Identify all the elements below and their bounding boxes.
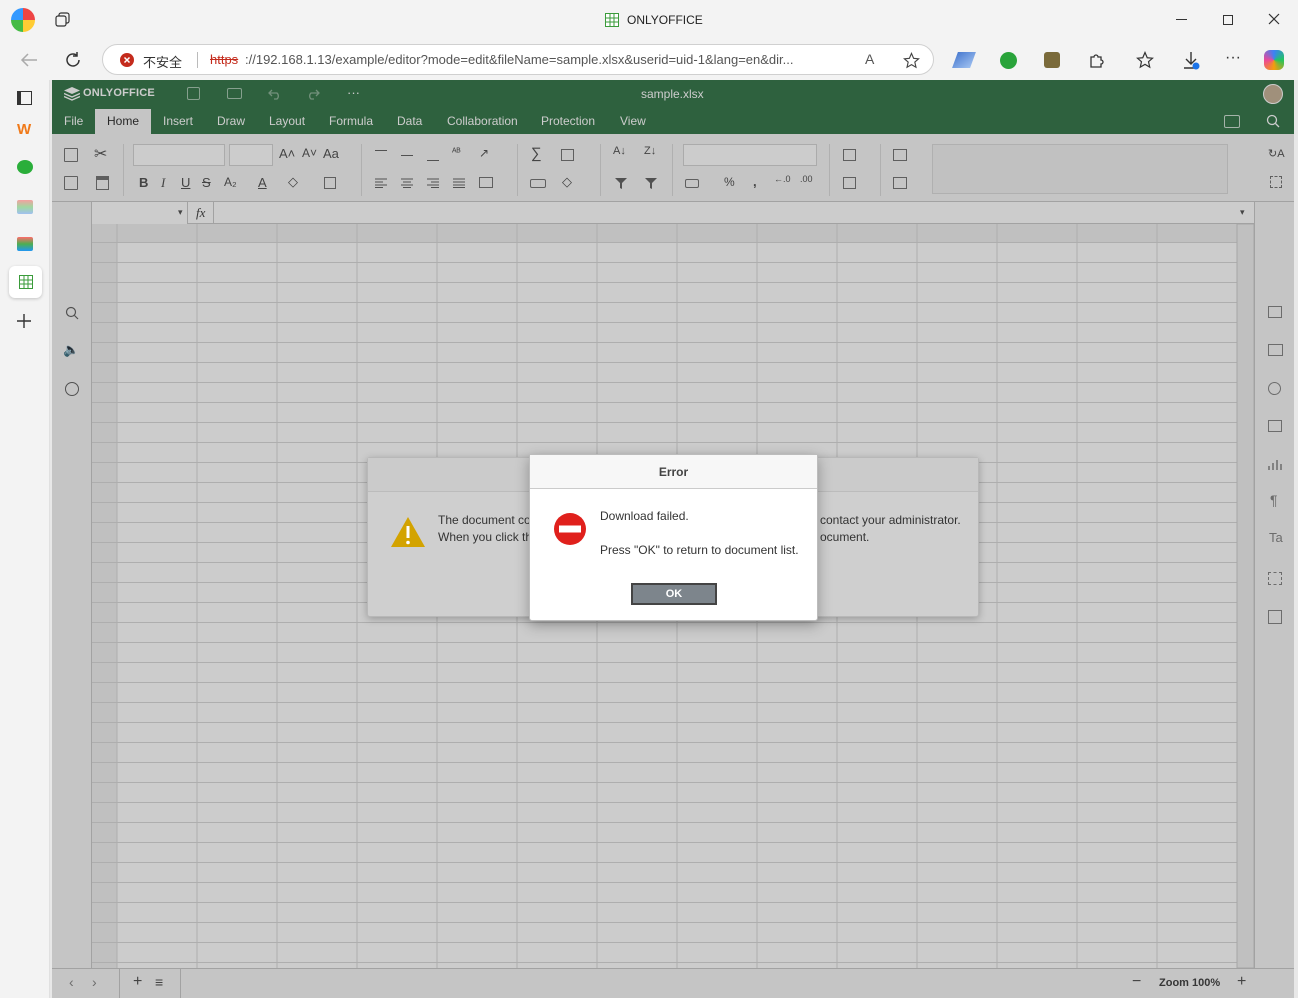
vertical-tabs-icon[interactable]	[17, 91, 32, 105]
warning-text-line1-right: contact your administrator.	[820, 513, 961, 527]
refresh-icon[interactable]	[64, 51, 82, 69]
url-text: ://192.168.1.13/example/editor?mode=edit…	[245, 52, 794, 67]
window-title: ONLYOFFICE	[627, 13, 703, 27]
favorites-icon[interactable]	[1136, 51, 1154, 69]
error-dialog-title: Error	[530, 455, 817, 489]
warning-text-line1-left: The document co	[438, 513, 531, 527]
copilot-icon[interactable]	[1264, 50, 1284, 70]
maximize-icon[interactable]	[1223, 15, 1233, 25]
app-shortcut-w-icon[interactable]: W	[17, 121, 31, 138]
tab-actions-icon[interactable]	[55, 12, 71, 28]
close-icon[interactable]	[1268, 13, 1280, 25]
browser-titlebar: ONLYOFFICE	[0, 0, 1298, 40]
read-aloud-icon[interactable]: A	[865, 51, 874, 67]
insecure-icon	[120, 53, 134, 67]
new-tab-plus-icon[interactable]	[16, 313, 32, 329]
layers-icon[interactable]	[17, 237, 33, 251]
security-label[interactable]: 不安全	[143, 52, 182, 71]
url-scheme: https	[210, 52, 239, 67]
error-message: Download failed.	[600, 509, 689, 523]
extensions-puzzle-icon[interactable]	[1088, 51, 1106, 69]
downloads-icon[interactable]	[1182, 51, 1200, 71]
wechat-icon[interactable]	[17, 160, 33, 174]
back-icon[interactable]	[20, 52, 38, 68]
warning-text-line2-left: When you click th	[438, 530, 533, 544]
error-hint: Press "OK" to return to document list.	[600, 543, 799, 557]
address-bar[interactable]: 不安全 https ://192.168.1.13/example/editor…	[102, 44, 934, 75]
browser-sidebar: W	[0, 80, 50, 998]
layers-pale-icon[interactable]	[17, 200, 33, 214]
extension-green-icon[interactable]	[1000, 52, 1017, 69]
error-dialog: Error Download failed. Press "OK" to ret…	[529, 454, 818, 621]
spreadsheet-app-icon	[605, 13, 619, 27]
address-divider	[197, 52, 198, 68]
profile-avatar-icon[interactable]	[11, 8, 35, 32]
active-tab-spreadsheet[interactable]	[9, 266, 42, 298]
error-stop-icon	[553, 512, 587, 546]
more-menu-icon[interactable]: ···	[1225, 49, 1241, 67]
extension-tool-icon[interactable]	[1044, 52, 1060, 68]
warning-triangle-icon	[390, 516, 426, 548]
warning-text-line2-right: ocument.	[820, 530, 870, 544]
ok-button[interactable]: OK	[631, 583, 717, 605]
minimize-icon[interactable]	[1176, 19, 1187, 20]
favorite-star-icon[interactable]	[903, 52, 920, 69]
